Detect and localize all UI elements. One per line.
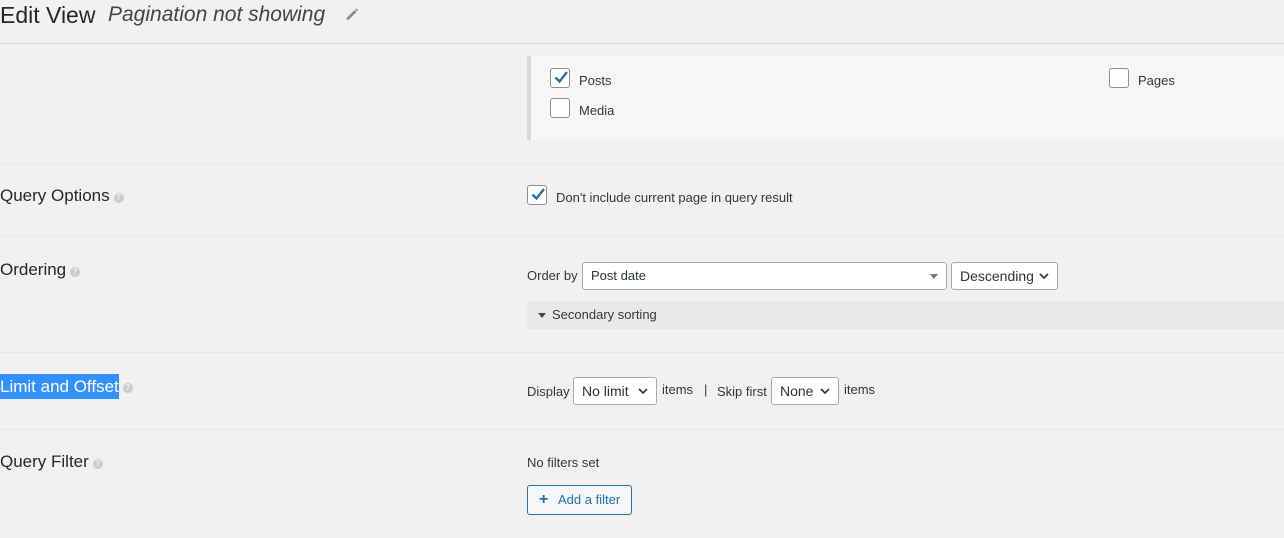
add-filter-label: Add a filter: [558, 492, 621, 507]
pages-checkbox[interactable]: [1109, 68, 1129, 88]
triangle-down-icon: [538, 313, 546, 318]
display-label: Display: [527, 384, 570, 399]
media-label: Media: [579, 103, 615, 118]
pencil-icon[interactable]: [344, 6, 360, 22]
exclude-current-label: Don't include current page in query resu…: [556, 190, 793, 205]
help-icon[interactable]: ?: [113, 193, 124, 203]
add-filter-button[interactable]: + Add a filter: [527, 485, 632, 515]
view-name[interactable]: Pagination not showing: [108, 1, 325, 29]
section-ordering: Ordering ?: [0, 259, 81, 281]
dropdown-caret-icon: [930, 274, 938, 279]
page-title: Edit View: [0, 2, 96, 28]
exclude-current-checkbox[interactable]: [527, 185, 547, 205]
row-divider: [0, 236, 1284, 237]
row-divider: [0, 163, 1284, 164]
help-icon[interactable]: ?: [122, 383, 133, 393]
section-query-filter: Query Filter ?: [0, 451, 103, 473]
order-by-value: Post date: [591, 268, 646, 283]
limit-value: No limit: [582, 383, 629, 399]
plus-icon: +: [539, 491, 549, 508]
skip-first-label: Skip first: [717, 384, 767, 399]
limit-select[interactable]: No limit: [573, 377, 657, 405]
post-types-panel: [527, 56, 1284, 140]
separator: |: [704, 382, 708, 397]
row-divider: [0, 429, 1284, 430]
items-label: items: [662, 382, 694, 397]
pages-label: Pages: [1138, 73, 1175, 88]
order-direction-select[interactable]: Descending: [951, 262, 1058, 290]
secondary-sorting-label: Secondary sorting: [552, 307, 657, 322]
page-header: Edit View Pagination not showing: [0, 0, 1284, 44]
chevron-down-icon: [638, 388, 648, 395]
no-filters-text: No filters set: [527, 455, 600, 470]
help-icon[interactable]: ?: [70, 267, 81, 277]
order-by-label: Order by: [527, 268, 578, 283]
section-label: Query Options: [0, 186, 110, 205]
order-direction-value: Descending: [960, 268, 1034, 284]
posts-label: Posts: [579, 73, 612, 88]
section-label: Limit and Offset: [0, 373, 119, 399]
help-icon[interactable]: ?: [92, 459, 103, 469]
offset-value: None: [780, 383, 814, 399]
posts-checkbox[interactable]: [550, 68, 570, 88]
media-checkbox[interactable]: [550, 98, 570, 118]
section-label: Ordering: [0, 260, 67, 279]
section-label: Query Filter: [0, 452, 89, 471]
order-by-select[interactable]: Post date: [582, 262, 947, 290]
secondary-sorting-toggle[interactable]: Secondary sorting: [527, 301, 1284, 329]
offset-select[interactable]: None: [771, 377, 839, 405]
chevron-down-icon: [1039, 273, 1049, 280]
section-query-options: Query Options ?: [0, 185, 124, 207]
items-label-2: items: [844, 382, 876, 397]
row-divider: [0, 352, 1284, 353]
chevron-down-icon: [820, 388, 830, 395]
section-limit-offset: Limit and Offset ?: [0, 373, 133, 399]
